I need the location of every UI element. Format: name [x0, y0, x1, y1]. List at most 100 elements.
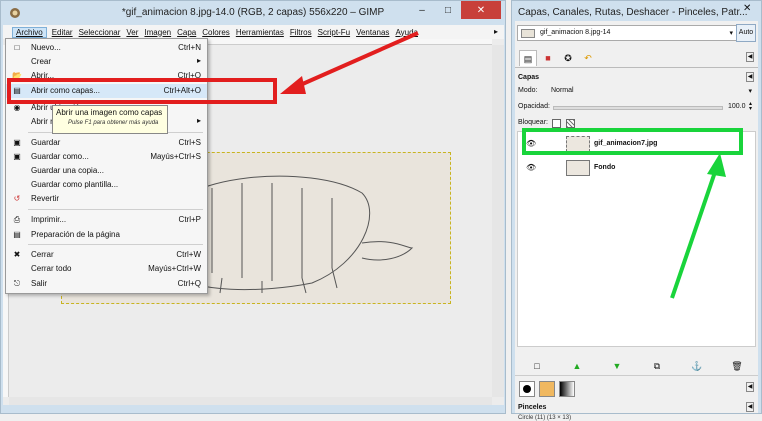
menu-item-label: Guardar como...: [31, 152, 89, 161]
menu-item-label: Cerrar todo: [31, 264, 72, 273]
tooltip-text: Abrir una imagen como capas: [56, 108, 163, 117]
menu-filtros[interactable]: Filtros: [290, 28, 312, 37]
tab-paths-icon[interactable]: ✪: [559, 50, 577, 66]
menu-item-label: Imprimir...: [31, 215, 67, 224]
menu-item-shortcut: Ctrl+P: [178, 215, 201, 224]
horizontal-scrollbar[interactable]: [9, 397, 492, 405]
brush-tab-icon[interactable]: [519, 381, 535, 397]
tooltip-help: Pulse F1 para obtener más ayuda: [68, 120, 159, 126]
duplicate-layer-icon[interactable]: ⧉: [651, 360, 663, 372]
menu-herramientas[interactable]: Herramientas: [236, 28, 284, 37]
anchor-layer-icon[interactable]: ⚓: [691, 360, 703, 372]
maximize-button[interactable]: □: [435, 1, 461, 19]
dock-close-button[interactable]: ✕: [743, 3, 757, 14]
menu-seleccionar[interactable]: Seleccionar: [79, 28, 121, 37]
menu-editar[interactable]: Editar: [52, 28, 73, 37]
menu-item-guardar-como[interactable]: ▣ Guardar como... Mayús+Ctrl+S: [6, 150, 207, 164]
menu-item-shortcut: Ctrl+W: [176, 250, 201, 259]
brushes-tab-strip: ◀: [515, 375, 758, 401]
lower-layer-icon[interactable]: ▼: [611, 360, 623, 372]
menu-item-label: Revertir: [31, 194, 60, 203]
menu-item-guardar[interactable]: ▣ Guardar Ctrl+S: [6, 136, 207, 150]
auto-button[interactable]: Auto: [736, 24, 756, 42]
page-setup-icon: ▤: [13, 230, 21, 239]
menu-item-imprimir[interactable]: ⎙ Imprimir... Ctrl+P: [6, 213, 207, 227]
menu-item-preparacion-pagina[interactable]: ▤ Preparación de la página: [6, 228, 207, 242]
lock-pixels-checkbox[interactable]: [552, 119, 561, 128]
tab-menu-icon[interactable]: ◀: [746, 382, 754, 392]
print-icon: ⎙: [13, 215, 21, 224]
menu-item-nuevo[interactable]: □ Nuevo... Ctrl+N: [6, 41, 207, 55]
close-window-button[interactable]: ✕: [461, 1, 501, 19]
pattern-tab-icon[interactable]: [539, 381, 555, 397]
menu-item-revertir[interactable]: ↺ Revertir: [6, 192, 207, 206]
green-highlight-box: [522, 128, 743, 155]
tooltip: Abrir una imagen como capas Pulse F1 par…: [52, 105, 168, 134]
layers-panel-title: Capas: [518, 74, 540, 81]
minimize-button[interactable]: –: [409, 1, 435, 19]
mode-label: Modo:: [518, 87, 538, 94]
delete-layer-icon[interactable]: 🗑: [731, 360, 743, 372]
opacity-slider[interactable]: [553, 106, 723, 110]
menu-script-fu[interactable]: Script-Fu: [318, 28, 350, 37]
dock-tabs: ▤ ■ ✪ ↶ ◀: [515, 48, 758, 68]
menu-ayuda[interactable]: Ayuda: [395, 28, 418, 37]
submenu-arrow-icon: ▸: [196, 116, 201, 125]
menu-item-guardar-plantilla[interactable]: Guardar como plantilla...: [6, 178, 207, 192]
lock-label: Bloquear:: [518, 119, 548, 126]
tab-menu-icon[interactable]: ◀: [746, 52, 754, 62]
panel-menu-icon[interactable]: ◀: [746, 402, 754, 412]
dock-title: Capas, Canales, Rutas, Deshacer - Pincel…: [518, 7, 748, 18]
tab-channels-icon[interactable]: ■: [539, 50, 557, 66]
menu-item-cerrar-todo[interactable]: Cerrar todo Mayús+Ctrl+W: [6, 262, 207, 276]
vertical-scrollbar[interactable]: [492, 45, 504, 397]
raise-layer-icon[interactable]: ▲: [571, 360, 583, 372]
open-location-icon: ◉: [13, 103, 21, 112]
tab-undo-icon[interactable]: ↶: [579, 50, 597, 66]
menu-item-guardar-copia[interactable]: Guardar una copia...: [6, 164, 207, 178]
opacity-spinner-icon[interactable]: ▴ ▾: [749, 101, 752, 112]
chevron-down-icon[interactable]: ▾: [748, 87, 752, 95]
menu-item-shortcut: Ctrl+N: [178, 43, 201, 52]
lock-alpha-checkbox[interactable]: [566, 119, 575, 128]
dock-window: Capas, Canales, Rutas, Deshacer - Pincel…: [511, 0, 762, 421]
image-selector[interactable]: gif_animacion 8.jpg-14 ▾: [517, 25, 737, 41]
menu-ventanas[interactable]: Ventanas: [356, 28, 389, 37]
brush-info: Circle (11) (13 × 13): [518, 415, 572, 421]
red-highlight-box: [7, 78, 277, 104]
opacity-value[interactable]: 100.0: [728, 103, 746, 110]
layers-list: 👁 gif_animacion7.jpg 👁 Fondo: [517, 131, 756, 347]
menu-item-shortcut: Mayús+Ctrl+S: [150, 152, 201, 161]
menu-item-label: Salir: [31, 279, 48, 288]
eye-icon[interactable]: 👁: [526, 163, 536, 172]
menu-separator: [28, 209, 203, 210]
mode-select[interactable]: Normal: [551, 87, 574, 94]
menu-separator: [28, 244, 203, 245]
menu-capa[interactable]: Capa: [177, 28, 196, 37]
submenu-arrow-icon: ▸: [196, 56, 201, 65]
menu-ver[interactable]: Ver: [126, 28, 138, 37]
new-layer-icon[interactable]: □: [531, 360, 543, 372]
menubar: Archivo Editar Seleccionar Ver Imagen Ca…: [3, 25, 504, 39]
title-bar: *gif_animacion 8.jpg-14.0 (RGB, 2 capas)…: [1, 1, 505, 25]
menu-arrow-icon[interactable]: ▸: [494, 27, 498, 36]
brushes-panel-title: Pinceles: [518, 404, 547, 411]
image-selector-label: gif_animacion 8.jpg-14: [540, 29, 611, 36]
menu-item-label: Preparación de la página: [31, 230, 120, 239]
menu-item-cerrar[interactable]: ✖ Cerrar Ctrl+W: [6, 248, 207, 262]
gradient-tab-icon[interactable]: [559, 381, 575, 397]
menu-colores[interactable]: Colores: [202, 28, 230, 37]
panel-menu-icon[interactable]: ◀: [746, 72, 754, 82]
layer-row[interactable]: 👁 Fondo: [518, 156, 755, 180]
save-as-icon: ▣: [13, 152, 21, 161]
menu-archivo[interactable]: Archivo: [12, 26, 47, 38]
menu-item-crear[interactable]: Crear ▸: [6, 55, 207, 69]
dock-content: gif_animacion 8.jpg-14 ▾ Auto ▤ ■ ✪ ↶ ◀ …: [515, 21, 758, 421]
menu-item-shortcut: Mayús+Ctrl+W: [148, 264, 201, 273]
menu-imagen[interactable]: Imagen: [144, 28, 171, 37]
tab-layers-icon[interactable]: ▤: [519, 50, 537, 66]
menu-item-label: Crear: [31, 57, 52, 66]
menu-item-salir[interactable]: ⎋ Salir Ctrl+Q: [6, 277, 207, 291]
chevron-down-icon: ▾: [729, 30, 733, 37]
menu-item-label: Nuevo...: [31, 43, 61, 52]
